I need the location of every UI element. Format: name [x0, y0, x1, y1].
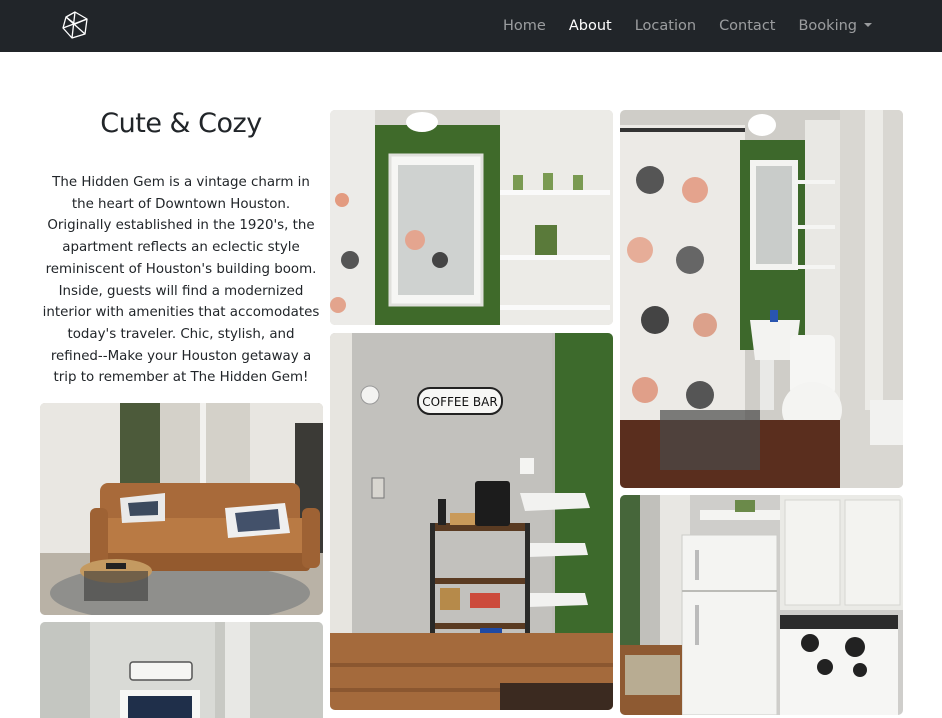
about-description: The Hidden Gem is a vintage charm in the…	[42, 175, 320, 386]
nav-booking-dropdown[interactable]: Booking	[798, 18, 872, 34]
about-title: Cute & Cozy	[100, 108, 262, 139]
nav-contact[interactable]: Contact	[719, 18, 775, 34]
coffee-bar-sign: COFFEE BAR	[422, 395, 497, 409]
gem-icon[interactable]	[60, 10, 90, 40]
nav-booking-label: Booking	[798, 18, 857, 34]
hallway-photo[interactable]	[40, 622, 323, 718]
nav-location[interactable]: Location	[635, 18, 696, 34]
navbar: Home About Location Contact Booking	[0, 0, 942, 52]
nav-menu: Home About Location Contact Booking	[480, 0, 872, 52]
nav-about[interactable]: About	[569, 18, 612, 34]
caret-down-icon	[864, 23, 872, 27]
bathroom-photo[interactable]	[620, 110, 903, 488]
coffee-bar-photo[interactable]: COFFEE BAR	[330, 333, 613, 710]
bathroom-shelves-photo[interactable]	[330, 110, 613, 325]
living-room-photo[interactable]	[40, 403, 323, 615]
nav-home[interactable]: Home	[503, 18, 546, 34]
kitchen-photo[interactable]	[620, 495, 903, 715]
